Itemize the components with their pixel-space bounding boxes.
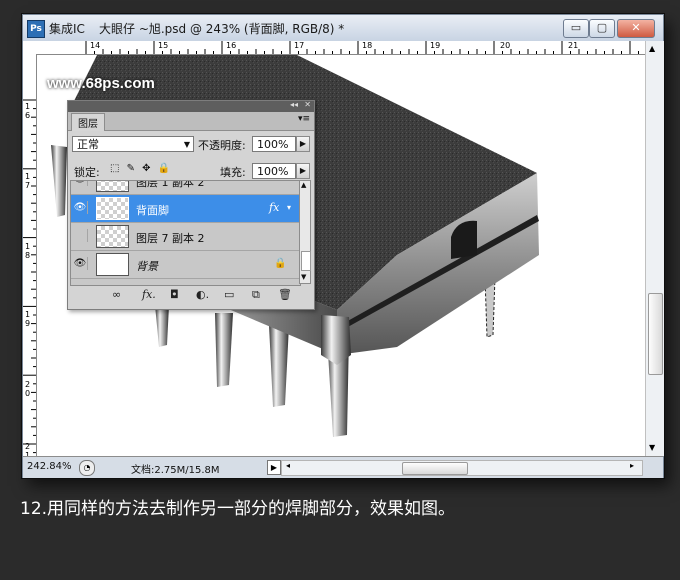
layer-thumbnail — [96, 225, 129, 248]
layer-name: 背面脚 — [136, 204, 169, 217]
panel-close-icon[interactable]: ✕ — [304, 100, 311, 109]
vertical-scrollbar[interactable]: ▲ ▼ — [645, 41, 664, 456]
new-group-icon[interactable]: ▭ — [224, 288, 234, 301]
scroll-down-icon[interactable]: ▼ — [301, 273, 306, 281]
fill-arrow-button[interactable]: ▶ — [296, 163, 310, 179]
lock-icon: 🔒 — [274, 258, 287, 269]
panel-header[interactable]: ◂◂ ✕ — [68, 100, 314, 112]
ruler-ticks — [85, 41, 639, 54]
scroll-right-icon[interactable]: ▸ — [630, 461, 634, 470]
minimize-button[interactable]: ▭ — [563, 19, 589, 38]
close-button[interactable]: ✕ — [617, 19, 655, 38]
tab-layers[interactable]: 图层 — [71, 113, 105, 131]
lock-label: 锁定: — [74, 166, 100, 179]
blend-mode-select[interactable]: 正常 ▼ — [72, 136, 194, 152]
eye-icon[interactable]: 👁 — [73, 257, 88, 270]
scroll-up-icon[interactable]: ▲ — [649, 44, 655, 53]
ruler-label: 18 — [362, 41, 373, 50]
fill-field[interactable]: 100% — [252, 163, 296, 179]
chevron-down-icon: ▼ — [183, 140, 190, 149]
layers-scroll-thumb[interactable] — [301, 251, 311, 271]
tutorial-caption: 12.用同样的方法去制作另一部分的焊脚部分，效果如图。 — [20, 499, 456, 519]
ruler-label: 17 — [294, 41, 305, 50]
opacity-arrow-button[interactable]: ▶ — [296, 136, 310, 152]
panel-menu-icon[interactable]: ▾≡ — [298, 114, 310, 124]
lock-options-icons[interactable]: ⬚ ✎ ✥ 🔒 — [110, 163, 172, 174]
restore-button[interactable]: ▢ — [589, 19, 615, 38]
layers-panel: ◂◂ ✕ 图层 ▾≡ 正常 ▼ 不透明度: 100% ▶ 锁定: ⬚ ✎ ✥ 🔒… — [67, 100, 315, 310]
ruler-label: 1 7 — [25, 172, 31, 190]
ruler-label: 14 — [90, 41, 101, 50]
eye-icon[interactable]: 👁 — [73, 201, 88, 214]
horizontal-scrollbar[interactable]: ◂ ▸ — [281, 460, 643, 476]
scroll-left-icon[interactable]: ◂ — [286, 461, 290, 470]
adjustment-layer-icon[interactable]: ◐. — [196, 288, 209, 301]
layer-name: 图层 7 副本 2 — [136, 232, 205, 245]
fill-label: 填充: — [220, 166, 246, 179]
layer-row[interactable]: 👁 图层 1 副本 2 — [71, 180, 300, 195]
panel-bottom-toolbar: ∞ fx. ◘ ◐. ▭ ⧉ 🗑 — [68, 287, 314, 307]
layer-row[interactable]: 👁 背景 🔒 — [71, 251, 300, 279]
scroll-up-icon[interactable]: ▲ — [301, 181, 306, 189]
horizontal-ruler[interactable]: 14 15 16 17 18 19 20 21 — [23, 41, 645, 55]
link-layers-icon[interactable]: ∞ — [112, 288, 121, 301]
ruler-label: 19 — [430, 41, 441, 50]
panel-tab-row: 图层 ▾≡ — [68, 112, 314, 131]
document-size: 文档:2.75M/15.8M — [131, 465, 220, 476]
blend-mode-value: 正常 — [77, 138, 99, 151]
ruler-label: 21 — [568, 41, 579, 50]
delete-layer-icon[interactable]: 🗑 — [278, 288, 292, 301]
document-title: 大眼仔 ~旭.psd @ 243% (背面脚, RGB/8) * — [99, 22, 345, 36]
layer-thumbnail — [96, 181, 129, 192]
ruler-label: 1 8 — [25, 242, 31, 260]
ruler-label: 1 9 — [25, 310, 31, 328]
add-mask-icon[interactable]: ◘ — [170, 288, 179, 301]
status-info-icon[interactable]: ◔ — [79, 460, 95, 476]
layer-row[interactable]: · 图层 7 副本 2 — [71, 223, 300, 251]
eye-icon[interactable]: 👁 — [73, 181, 88, 186]
ruler-label: 1 6 — [25, 102, 31, 120]
opacity-label: 不透明度: — [198, 139, 246, 152]
ruler-label: 15 — [158, 41, 169, 50]
opacity-field[interactable]: 100% — [252, 136, 296, 152]
ruler-label: 20 — [500, 41, 511, 50]
zoom-level[interactable]: 242.84% — [27, 461, 72, 472]
layers-list: 👁 图层 1 副本 2 👁 背面脚 fx ▾ · 图层 7 副本 2 👁 背景 … — [70, 180, 301, 286]
app-name: 集成IC — [49, 22, 85, 36]
layer-thumbnail — [96, 253, 129, 276]
add-style-icon[interactable]: fx. — [142, 288, 156, 301]
scroll-down-icon[interactable]: ▼ — [649, 443, 655, 452]
photoshop-logo-icon: Ps — [27, 20, 45, 38]
scroll-thumb[interactable] — [648, 293, 663, 375]
expand-effects-icon[interactable]: ▾ — [287, 203, 291, 212]
ruler-label: 16 — [226, 41, 237, 50]
ruler-label: 2 1 — [25, 442, 31, 456]
watermark-text: www.68ps.com — [47, 75, 155, 92]
status-menu-arrow-icon[interactable]: ▶ — [267, 460, 281, 475]
layer-name: 背景 — [136, 260, 158, 273]
collapse-icon[interactable]: ◂◂ — [290, 100, 298, 109]
layer-thumbnail — [96, 197, 129, 220]
eye-hidden-icon[interactable]: · — [73, 229, 88, 242]
ruler-label: 2 0 — [25, 380, 31, 398]
layers-scrollbar[interactable]: ▲ ▼ — [299, 180, 311, 284]
title-bar[interactable]: Ps 集成IC 大眼仔 ~旭.psd @ 243% (背面脚, RGB/8) *… — [23, 15, 663, 42]
fx-icon[interactable]: fx — [269, 201, 279, 214]
status-bar: 242.84% ◔ 文档:2.75M/15.8M ▶ ◂ ▸ — [23, 456, 663, 478]
vertical-ruler[interactable]: 1 6 1 7 1 8 1 9 2 0 2 1 — [23, 54, 37, 456]
layer-row-selected[interactable]: 👁 背面脚 fx ▾ — [71, 195, 300, 223]
horizontal-scroll-thumb[interactable] — [402, 462, 468, 475]
layer-name: 图层 1 副本 2 — [136, 180, 205, 189]
new-layer-icon[interactable]: ⧉ — [252, 288, 260, 302]
